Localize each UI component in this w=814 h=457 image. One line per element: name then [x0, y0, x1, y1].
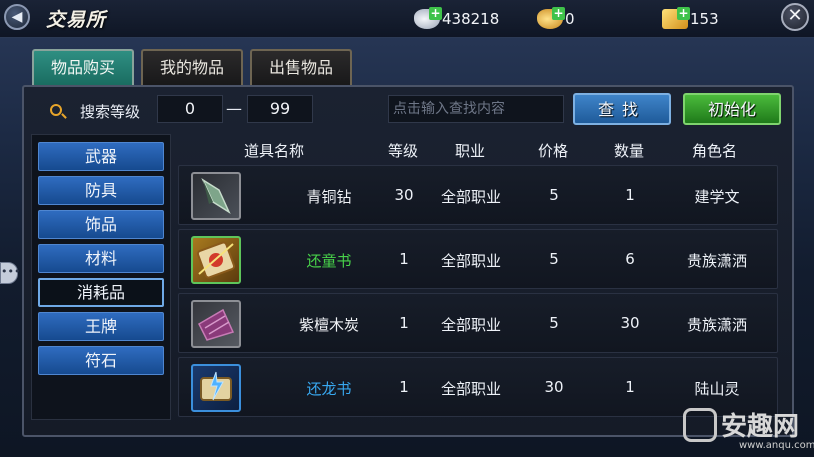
category-runestone[interactable]: 符石	[38, 346, 164, 375]
bronze-drill-icon	[191, 172, 241, 220]
item-name: 还龙书	[306, 380, 352, 398]
item-level: 1	[399, 314, 409, 332]
gold-ingot-currency[interactable]: + 0	[537, 6, 575, 30]
gold-ingot-amount: 0	[565, 10, 575, 28]
back-button[interactable]: ◀	[4, 4, 30, 30]
item-qty: 1	[625, 378, 635, 396]
close-icon: ✕	[787, 5, 803, 26]
item-job: 全部职业	[440, 380, 501, 398]
item-name: 还童书	[306, 252, 352, 270]
seller-name: 建学文	[694, 188, 740, 206]
search-icon	[50, 104, 62, 116]
close-button[interactable]: ✕	[781, 3, 809, 31]
seller-name: 贵族潇洒	[686, 252, 747, 270]
item-price: 5	[549, 314, 559, 332]
item-qty: 30	[620, 314, 640, 332]
page-title: 交易所	[46, 9, 107, 31]
tab-my-items[interactable]: 我的物品	[141, 49, 243, 86]
seller-name: 贵族潇洒	[686, 316, 747, 334]
level-min-input[interactable]: 0	[157, 95, 223, 123]
reset-button[interactable]: 初始化	[683, 93, 781, 125]
plus-icon: +	[552, 6, 565, 20]
silver-amount: 438218	[442, 10, 500, 28]
category-armor[interactable]: 防具	[38, 176, 164, 205]
trading-post-screen: { "header": { "title": "交易所", "currencie…	[0, 0, 814, 457]
range-dash: —	[226, 99, 242, 118]
table-row[interactable]: 紫檀木炭 1 全部职业 5 30 贵族潇洒	[178, 293, 778, 353]
chevron-left-icon: ◀	[11, 9, 23, 25]
item-price: 30	[544, 378, 564, 396]
level-max-input[interactable]: 99	[247, 95, 313, 123]
gold-coin-icon: +	[662, 6, 690, 29]
item-name: 青铜钻	[306, 188, 352, 206]
column-header-level: 等级	[388, 142, 419, 160]
category-consumables[interactable]: 消耗品	[38, 278, 164, 307]
item-job: 全部职业	[440, 252, 501, 270]
charcoal-icon	[191, 300, 241, 348]
item-level: 30	[394, 186, 414, 204]
tab-buy-items[interactable]: 物品购买	[32, 49, 134, 86]
item-qty: 1	[625, 186, 635, 204]
item-name: 紫檀木炭	[298, 316, 359, 334]
column-header-seller: 角色名	[692, 142, 738, 160]
silver-ingot-icon: +	[414, 6, 442, 29]
tab-sell-items[interactable]: 出售物品	[250, 49, 352, 86]
watermark-url: www.anqu.com	[739, 440, 814, 451]
gold-coin-amount: 153	[690, 10, 719, 28]
silver-currency[interactable]: + 438218	[414, 6, 500, 30]
side-menu-handle[interactable]: •••	[0, 262, 21, 284]
table-row[interactable]: 青铜钻 30 全部职业 5 1 建学文	[178, 165, 778, 225]
table-row[interactable]: 还童书 1 全部职业 5 6 贵族潇洒	[178, 229, 778, 289]
gold-coin-currency[interactable]: + 153	[662, 6, 719, 30]
category-trump[interactable]: 王牌	[38, 312, 164, 341]
item-level: 1	[399, 378, 409, 396]
item-job: 全部职业	[440, 316, 501, 334]
category-weapons[interactable]: 武器	[38, 142, 164, 171]
find-button[interactable]: 查找	[573, 93, 671, 125]
watermark-logo-icon	[683, 408, 717, 442]
column-header-name: 道具名称	[244, 142, 305, 160]
watermark: 安趣网 www.anqu.com	[683, 406, 814, 454]
item-qty: 6	[625, 250, 635, 268]
category-materials[interactable]: 材料	[38, 244, 164, 273]
item-job: 全部职业	[440, 188, 501, 206]
scroll-blue-icon	[191, 364, 241, 412]
category-accessories[interactable]: 饰品	[38, 210, 164, 239]
column-header-price: 价格	[538, 142, 569, 160]
item-level: 1	[399, 250, 409, 268]
column-header-job: 职业	[455, 142, 486, 160]
ellipsis-icon: •••	[1, 265, 21, 278]
scroll-green-icon	[191, 236, 241, 284]
search-input[interactable]: 点击输入查找内容	[388, 95, 564, 123]
plus-icon: +	[677, 6, 690, 20]
watermark-text: 安趣网	[721, 412, 800, 442]
gold-ingot-icon: +	[537, 6, 565, 29]
level-label: 搜索等级	[80, 103, 141, 121]
item-price: 5	[549, 250, 559, 268]
seller-name: 陆山灵	[694, 380, 740, 398]
plus-icon: +	[429, 6, 442, 20]
item-price: 5	[549, 186, 559, 204]
column-header-qty: 数量	[614, 142, 645, 160]
